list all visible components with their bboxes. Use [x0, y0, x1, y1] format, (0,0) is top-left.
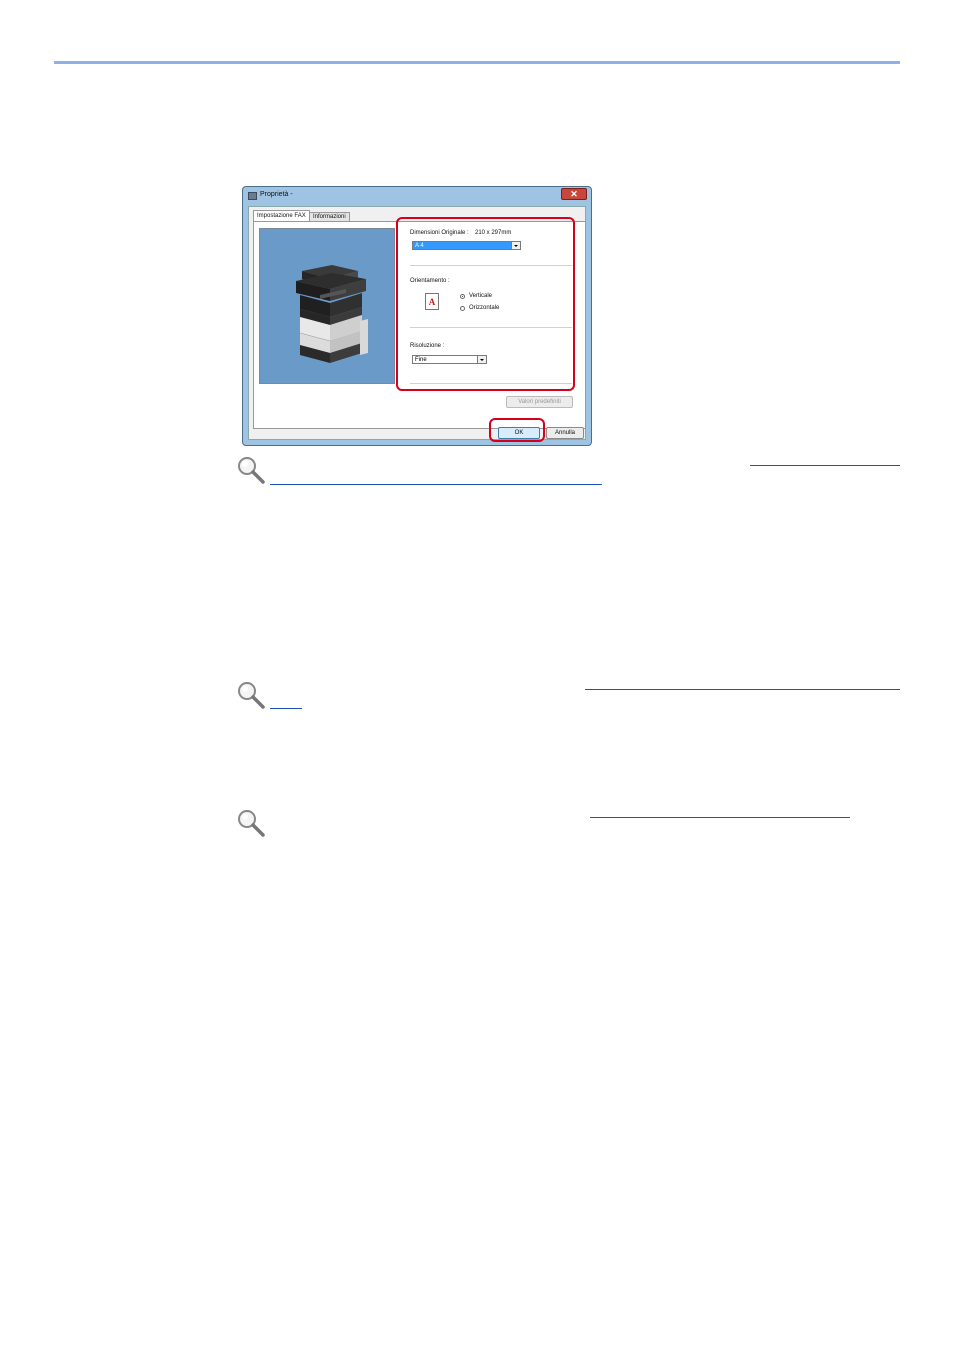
title-bar: Proprietà - ✕ — [243, 187, 591, 205]
header-rule — [54, 61, 900, 64]
ok-highlight — [489, 418, 545, 442]
mfp-printer-image — [296, 265, 368, 363]
cancel-button[interactable]: Annulla — [546, 427, 584, 439]
magnifier-icon — [238, 810, 265, 837]
defaults-button[interactable]: Valori predefiniti — [506, 396, 573, 408]
settings-highlight — [396, 217, 575, 391]
magnifier-icon — [238, 682, 265, 709]
fax-printer-icon — [248, 192, 257, 200]
printer-preview — [259, 228, 395, 384]
magnifier-icon — [238, 457, 265, 484]
reference-link[interactable] — [270, 708, 302, 709]
tab-information[interactable]: Informazioni — [309, 212, 350, 221]
reference-link[interactable] — [270, 484, 602, 485]
dialog-title: Proprietà - — [260, 191, 293, 198]
reference-link[interactable] — [590, 817, 850, 818]
reference-link[interactable] — [750, 465, 900, 466]
reference-link[interactable] — [585, 689, 900, 690]
close-icon: ✕ — [570, 189, 578, 199]
close-button[interactable]: ✕ — [561, 188, 587, 200]
